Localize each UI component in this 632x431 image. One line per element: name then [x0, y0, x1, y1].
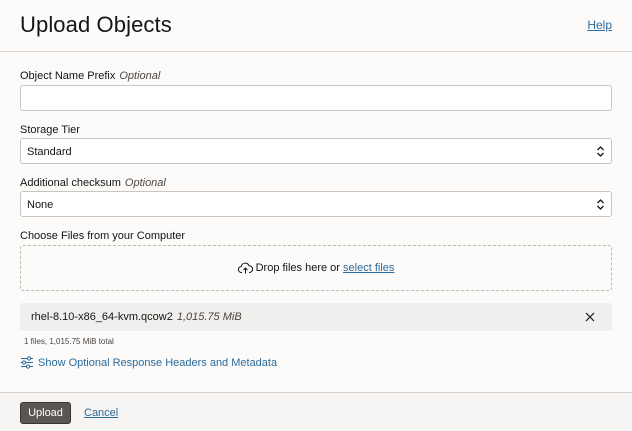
- files-total: 1 files, 1,015.75 MiB total: [24, 337, 114, 346]
- drop-text: Drop files here or: [255, 262, 344, 274]
- show-metadata-text: Show Optional Response Headers and Metad…: [38, 357, 278, 369]
- checksum-optional: Optional: [124, 177, 166, 189]
- cancel-button[interactable]: Cancel: [84, 407, 118, 419]
- upload-button[interactable]: Upload: [20, 402, 71, 424]
- storage-tier-select[interactable]: Standard: [20, 138, 612, 164]
- dropzone-content: Drop files here or select files: [21, 262, 611, 274]
- file-dropzone[interactable]: Drop files here or select files: [20, 245, 612, 291]
- sliders-icon: [21, 356, 33, 369]
- additional-checksum-select[interactable]: None: [20, 191, 612, 217]
- prefix-label: Object Name Prefix Optional: [20, 70, 160, 82]
- file-info: rhel-8.10-x86_64-kvm.qcow2 1,015.75 MiB: [31, 311, 242, 323]
- storage-tier-value: Standard: [27, 146, 72, 158]
- cloud-upload-icon: [237, 262, 253, 274]
- select-files-link[interactable]: select files: [343, 262, 394, 274]
- chevron-updown-icon: [597, 199, 604, 210]
- checksum-label-text: Additional checksum: [20, 177, 121, 189]
- prefix-optional: Optional: [119, 70, 161, 82]
- object-name-prefix-input[interactable]: [20, 85, 612, 111]
- show-metadata-link[interactable]: Show Optional Response Headers and Metad…: [20, 356, 277, 369]
- chevron-updown-icon: [597, 146, 604, 157]
- close-icon[interactable]: [584, 311, 596, 323]
- checksum-value: None: [27, 199, 54, 211]
- dialog-footer: Upload Cancel: [0, 392, 632, 431]
- choose-files-label: Choose Files from your Computer: [20, 230, 186, 242]
- storage-tier-label: Storage Tier: [20, 124, 80, 136]
- prefix-label-text: Object Name Prefix: [20, 70, 116, 82]
- page-title: Upload Objects: [20, 12, 172, 37]
- help-link[interactable]: Help: [587, 18, 612, 32]
- dialog-header: Upload Objects Help: [0, 0, 632, 52]
- file-name: rhel-8.10-x86_64-kvm.qcow2: [31, 311, 173, 323]
- dialog-body: Object Name Prefix Optional Storage Tier …: [0, 53, 632, 392]
- file-list-item: rhel-8.10-x86_64-kvm.qcow2 1,015.75 MiB: [20, 303, 612, 331]
- file-size: 1,015.75 MiB: [176, 311, 242, 323]
- checksum-label: Additional checksum Optional: [20, 177, 166, 189]
